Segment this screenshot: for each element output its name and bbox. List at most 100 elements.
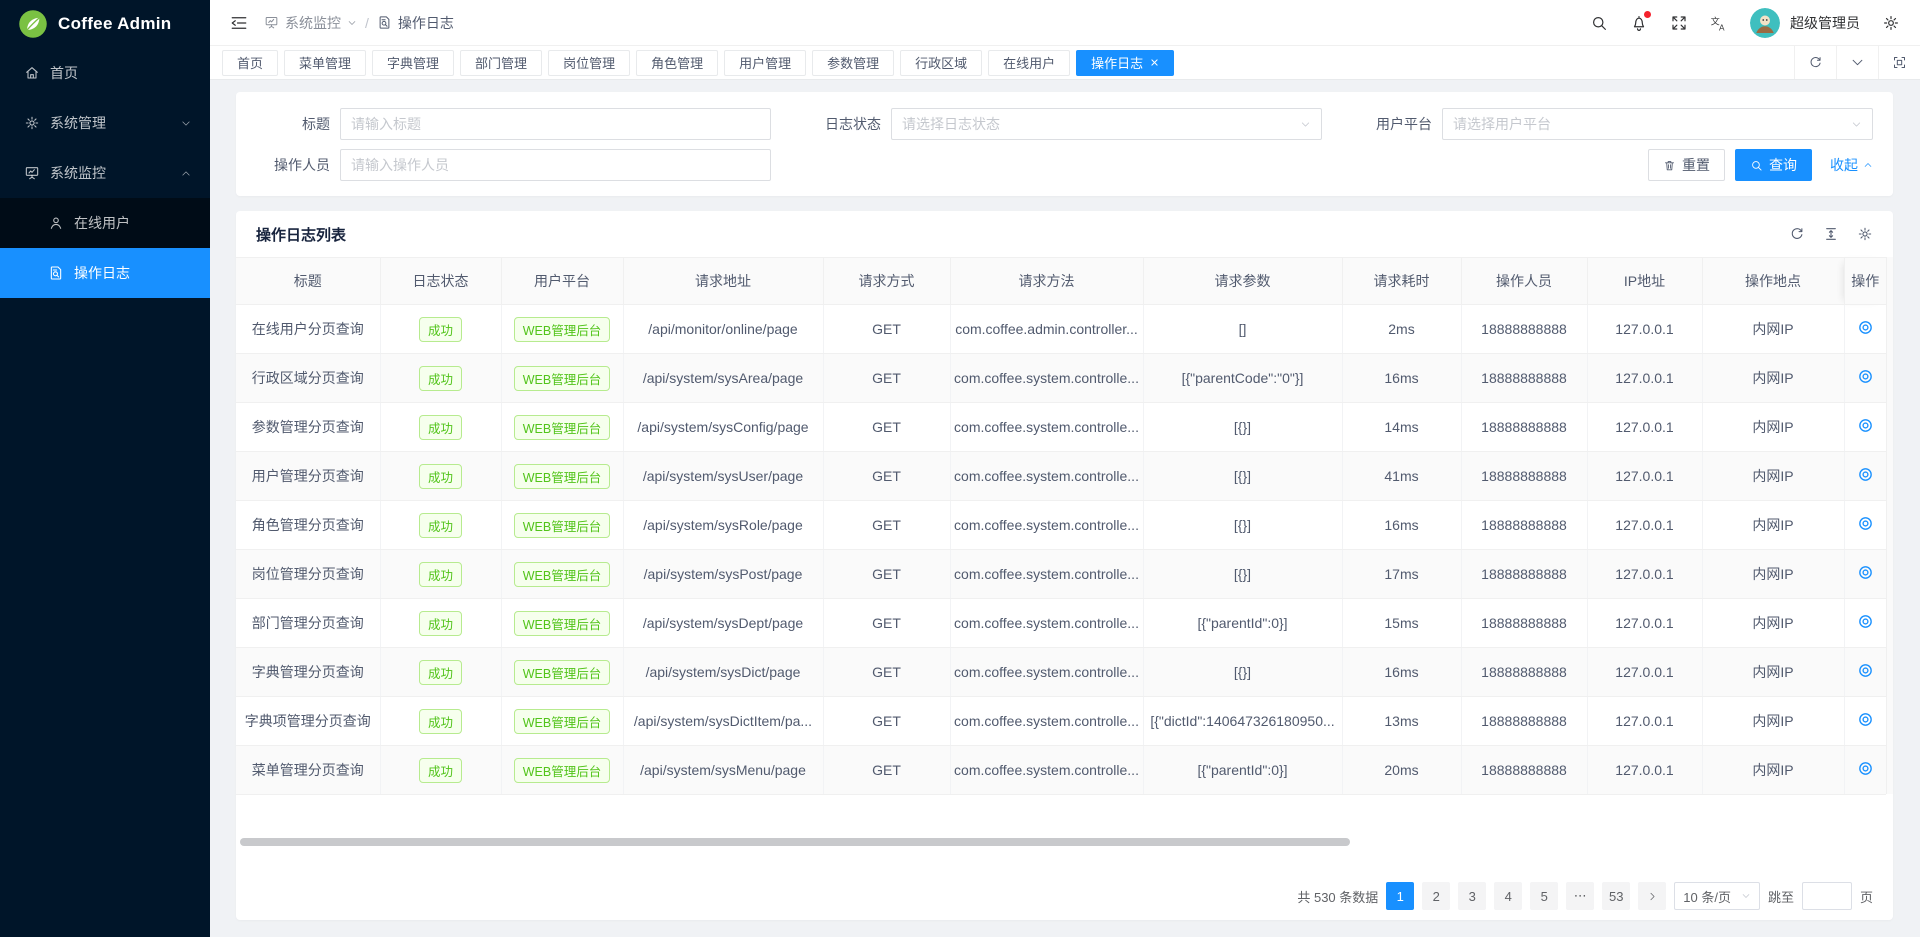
page-size-select[interactable]: 10 条/页	[1674, 882, 1760, 910]
column-header: 日志状态	[380, 258, 501, 305]
cell-action	[1844, 354, 1886, 403]
tab-部门管理[interactable]: 部门管理	[460, 50, 542, 76]
chevron-right-icon	[1647, 891, 1658, 902]
avatar[interactable]	[1750, 8, 1780, 38]
app-logo[interactable]: Coffee Admin	[0, 0, 210, 48]
cell-ip: 127.0.0.1	[1587, 599, 1702, 648]
column-settings-button[interactable]	[1857, 226, 1873, 242]
sidebar-item-system-admin[interactable]: 系统管理	[0, 98, 210, 148]
page-button-1[interactable]: 1	[1386, 882, 1414, 910]
notifications-button[interactable]	[1630, 14, 1648, 32]
tab-用户管理[interactable]: 用户管理	[724, 50, 806, 76]
search-trigger[interactable]	[1590, 14, 1608, 32]
view-log-button[interactable]	[1857, 368, 1874, 385]
tab-操作日志[interactable]: 操作日志	[1076, 50, 1174, 76]
cell-action	[1844, 746, 1886, 795]
view-log-button[interactable]	[1857, 760, 1874, 777]
cell-platform: WEB管理后台	[501, 697, 623, 746]
user-platform-select[interactable]: 请选择用户平台	[1442, 108, 1873, 140]
breadcrumb-item[interactable]: 操作日志	[377, 13, 454, 33]
cell-platform: WEB管理后台	[501, 305, 623, 354]
sidebar-submenu: 在线用户操作日志	[0, 198, 210, 298]
page-button-3[interactable]: 3	[1458, 882, 1486, 910]
cell-status: 成功	[380, 354, 501, 403]
tab-字典管理[interactable]: 字典管理	[372, 50, 454, 76]
maximize-content-button[interactable]	[1878, 46, 1920, 79]
tab-菜单管理[interactable]: 菜单管理	[284, 50, 366, 76]
username[interactable]: 超级管理员	[1790, 13, 1860, 33]
breadcrumb-item[interactable]: 系统监控	[264, 13, 357, 33]
chevron-down-icon	[1741, 891, 1751, 901]
tab-行政区域[interactable]: 行政区域	[900, 50, 982, 76]
view-log-button[interactable]	[1857, 613, 1874, 630]
cell-params: []	[1143, 305, 1342, 354]
operator-input[interactable]	[340, 149, 771, 181]
column-header: 请求地址	[623, 258, 823, 305]
refresh-tab-button[interactable]	[1794, 46, 1836, 79]
page-ellipsis[interactable]: ⋯	[1566, 882, 1594, 910]
cell-status: 成功	[380, 648, 501, 697]
view-log-button[interactable]	[1857, 564, 1874, 581]
sidebar-collapse-button[interactable]	[230, 14, 248, 32]
tab-首页[interactable]: 首页	[222, 50, 278, 76]
eye-icon	[1857, 613, 1874, 630]
page-button-5[interactable]: 5	[1530, 882, 1558, 910]
column-header: 操作地点	[1702, 258, 1844, 305]
sidebar-item-label: 操作日志	[74, 263, 130, 283]
view-log-button[interactable]	[1857, 319, 1874, 336]
content: 标题 日志状态 请选择日志状态 用户平台 请选择用户平台	[210, 80, 1920, 937]
page-button-4[interactable]: 4	[1494, 882, 1522, 910]
title-input[interactable]	[340, 108, 771, 140]
reset-button[interactable]: 重置	[1648, 149, 1725, 181]
maximize-icon	[1892, 55, 1907, 70]
tab-岗位管理[interactable]: 岗位管理	[548, 50, 630, 76]
sidebar-item-label: 系统管理	[50, 113, 106, 133]
cell-operator: 18888888888	[1461, 305, 1587, 354]
sidebar-item-system-monitor[interactable]: 系统监控	[0, 148, 210, 198]
view-log-button[interactable]	[1857, 515, 1874, 532]
view-log-button[interactable]	[1857, 711, 1874, 728]
cell-duration: 17ms	[1342, 550, 1461, 599]
collapse-form-link[interactable]: 收起	[1830, 155, 1873, 175]
tab-参数管理[interactable]: 参数管理	[812, 50, 894, 76]
view-log-button[interactable]	[1857, 417, 1874, 434]
status-badge: 成功	[419, 611, 462, 636]
cell-url: /api/system/sysUser/page	[623, 452, 823, 501]
cell-method: GET	[823, 403, 950, 452]
next-page-button[interactable]	[1638, 882, 1666, 910]
jump-page-input[interactable]	[1802, 882, 1852, 910]
cell-platform: WEB管理后台	[501, 746, 623, 795]
close-icon[interactable]	[1150, 58, 1159, 67]
svg-text:A: A	[1719, 23, 1725, 32]
search-button[interactable]: 查询	[1735, 149, 1812, 181]
page-button-53[interactable]: 53	[1602, 882, 1630, 910]
row-density-button[interactable]	[1823, 226, 1839, 242]
tab-在线用户[interactable]: 在线用户	[988, 50, 1070, 76]
cell-params: [{}]	[1143, 550, 1342, 599]
title-field-label: 标题	[256, 114, 340, 134]
sidebar-item-home[interactable]: 首页	[0, 48, 210, 98]
sidebar-item-online-users[interactable]: 在线用户	[0, 198, 210, 248]
fullscreen-button[interactable]	[1670, 14, 1688, 32]
main-area: 系统监控/操作日志 文A 超级管理员 首页菜单管理字典管理部门管理岗位管理角色管…	[210, 0, 1920, 937]
view-log-button[interactable]	[1857, 662, 1874, 679]
log-status-select[interactable]: 请选择日志状态	[891, 108, 1322, 140]
tab-角色管理[interactable]: 角色管理	[636, 50, 718, 76]
chevron-down-icon	[1851, 119, 1862, 130]
view-log-button[interactable]	[1857, 466, 1874, 483]
table-refresh-button[interactable]	[1789, 226, 1805, 242]
settings-button[interactable]	[1882, 14, 1900, 32]
language-button[interactable]: 文A	[1710, 14, 1728, 32]
sidebar-item-operation-logs[interactable]: 操作日志	[0, 248, 210, 298]
horizontal-scrollbar-thumb[interactable]	[240, 838, 1350, 846]
page-button-2[interactable]: 2	[1422, 882, 1450, 910]
column-header: 标题	[236, 258, 380, 305]
pagination-total: 共 530 条数据	[1297, 887, 1378, 906]
tab-label: 参数管理	[827, 53, 879, 72]
cell-title: 行政区域分页查询	[236, 354, 380, 403]
cell-title: 字典管理分页查询	[236, 648, 380, 697]
tab-options-button[interactable]	[1836, 46, 1878, 79]
collapse-link-label: 收起	[1830, 155, 1858, 175]
table-row: 字典管理分页查询成功WEB管理后台/api/system/sysDict/pag…	[236, 648, 1886, 697]
cell-title: 部门管理分页查询	[236, 599, 380, 648]
